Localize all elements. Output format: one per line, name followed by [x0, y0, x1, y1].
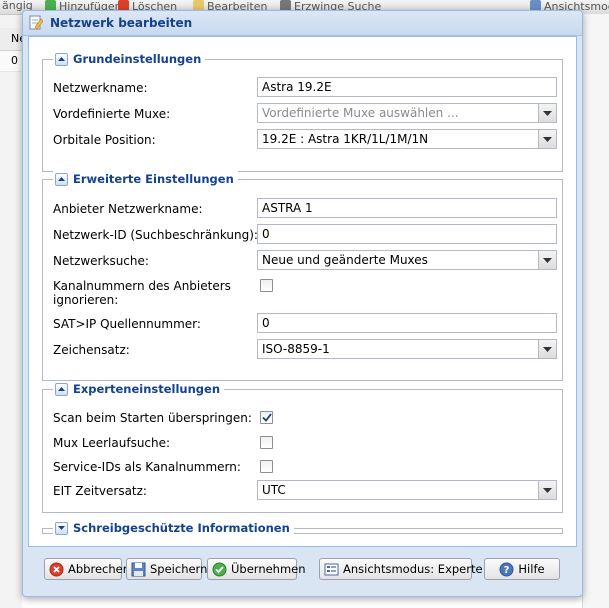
help-icon: ? [499, 562, 514, 576]
view-mode-icon [324, 563, 339, 575]
collapse-toggle-icon[interactable] [55, 52, 68, 66]
network-discovery-label: Netzwerksuche: [53, 254, 149, 268]
advanced-settings-fieldset: Erweiterte Einstellungen Anbieter Netzwe… [42, 171, 563, 381]
dropdown-trigger[interactable] [538, 481, 556, 499]
help-button[interactable]: ? Hilfe [484, 558, 560, 580]
readonly-info-legend[interactable]: Schreibgeschützte Informationen [53, 520, 294, 536]
readonly-info-title: Schreibgeschützte Informationen [73, 521, 290, 535]
ignore-provider-numbers-label-line1: Kanalnummern des Anbieters [53, 279, 231, 293]
dialog-title: Netzwerk bearbeiten [50, 16, 193, 30]
orbital-position-label: Orbitale Position: [53, 133, 156, 147]
apply-button[interactable]: Übernehmen [207, 558, 306, 580]
expand-toggle-icon[interactable] [55, 521, 68, 535]
save-icon [131, 562, 146, 576]
charset-value: ISO-8859-1 [262, 342, 330, 356]
charset-label: Zeichensatz: [53, 343, 130, 357]
eit-offset-value: UTC [262, 483, 286, 497]
expert-settings-title: Experteneinstellungen [73, 382, 221, 396]
dropdown-trigger[interactable] [538, 251, 556, 269]
eit-offset-label: EIT Zeitversatz: [53, 484, 147, 498]
advanced-settings-legend[interactable]: Erweiterte Einstellungen [53, 171, 238, 187]
skip-scan-label: Scan beim Starten überspringen: [53, 411, 252, 425]
predefined-muxes-placeholder: Vordefinierte Muxe auswählen ... [262, 106, 459, 120]
network-id-input[interactable]: 0 [257, 224, 557, 244]
chevron-down-icon [543, 137, 552, 142]
cancel-button[interactable]: Abbrechen [44, 558, 130, 580]
view-mode-button[interactable]: Ansichtsmodus: Experte [319, 558, 483, 580]
network-name-label: Netzwerkname: [53, 81, 148, 95]
cancel-icon [49, 562, 64, 576]
cancel-button-label: Abbrechen [68, 562, 130, 576]
dialog-body: Grundeinstellungen Netzwerkname: Astra 1… [28, 36, 577, 547]
background-grid-right [582, 14, 609, 608]
orbital-position-select[interactable]: 19.2E : Astra 1KR/1L/1M/1N [257, 129, 557, 149]
svg-text:?: ? [504, 565, 510, 576]
ignore-provider-numbers-checkbox[interactable] [260, 279, 273, 292]
provider-name-input[interactable]: ASTRA 1 [257, 198, 557, 218]
chevron-down-icon [543, 347, 552, 352]
network-id-label: Netzwerk-ID (Suchbeschränkung): [53, 228, 258, 242]
save-button[interactable]: Speichern [126, 558, 207, 580]
sid-as-channel-checkbox[interactable] [260, 460, 273, 473]
basic-settings-fieldset: Grundeinstellungen Netzwerkname: Astra 1… [42, 51, 563, 172]
check-circle-icon [212, 562, 227, 576]
idle-scan-label: Mux Leerlaufsuche: [53, 436, 171, 450]
dropdown-trigger[interactable] [538, 340, 556, 358]
save-button-label: Speichern [150, 562, 208, 576]
predefined-muxes-label: Vordefinierte Muxe: [53, 107, 171, 121]
background-cell: 0 [11, 54, 18, 67]
satip-source-label: SAT>IP Quellennummer: [53, 317, 201, 331]
network-name-input[interactable]: Astra 19.2E [257, 77, 557, 97]
background-grid-left [0, 14, 22, 608]
advanced-settings-title: Erweiterte Einstellungen [73, 172, 234, 186]
charset-select[interactable]: ISO-8859-1 [257, 339, 557, 359]
predefined-muxes-select[interactable]: Vordefinierte Muxe auswählen ... [257, 103, 557, 123]
satip-source-input[interactable]: 0 [257, 313, 557, 333]
provider-name-label: Anbieter Netzwerkname: [53, 202, 203, 216]
skip-scan-checkbox[interactable] [260, 411, 273, 424]
basic-settings-legend[interactable]: Grundeinstellungen [53, 51, 206, 67]
sid-as-channel-label: Service-IDs als Kanalnummern: [53, 460, 241, 474]
view-mode-button-label: Ansichtsmodus: Experte [343, 562, 483, 576]
edit-document-icon [29, 15, 43, 30]
edit-network-dialog: Netzwerk bearbeiten Grundeinstellungen N… [22, 10, 583, 597]
orbital-position-value: 19.2E : Astra 1KR/1L/1M/1N [262, 132, 429, 146]
checkmark-icon [262, 413, 272, 422]
ignore-provider-numbers-label-line2: ignorieren: [53, 293, 119, 307]
dropdown-trigger[interactable] [538, 104, 556, 122]
collapse-toggle-icon[interactable] [55, 382, 68, 396]
dialog-titlebar[interactable]: Netzwerk bearbeiten [23, 11, 582, 36]
network-discovery-select[interactable]: Neue und geänderte Muxes [257, 250, 557, 270]
chevron-down-icon [543, 488, 552, 493]
help-button-label: Hilfe [518, 562, 545, 576]
dropdown-trigger[interactable] [538, 130, 556, 148]
expert-settings-fieldset: Experteneinstellungen Scan beim Starten … [42, 381, 563, 513]
chevron-down-icon [543, 258, 552, 263]
expert-settings-legend[interactable]: Experteneinstellungen [53, 381, 225, 397]
eit-offset-select[interactable]: UTC [257, 480, 557, 500]
network-discovery-value: Neue und geänderte Muxes [262, 253, 428, 267]
chevron-down-icon [543, 111, 552, 116]
readonly-info-fieldset: Schreibgeschützte Informationen [42, 520, 563, 536]
collapse-toggle-icon[interactable] [55, 172, 68, 186]
basic-settings-title: Grundeinstellungen [73, 52, 202, 66]
apply-button-label: Übernehmen [231, 562, 306, 576]
idle-scan-checkbox[interactable] [260, 436, 273, 449]
